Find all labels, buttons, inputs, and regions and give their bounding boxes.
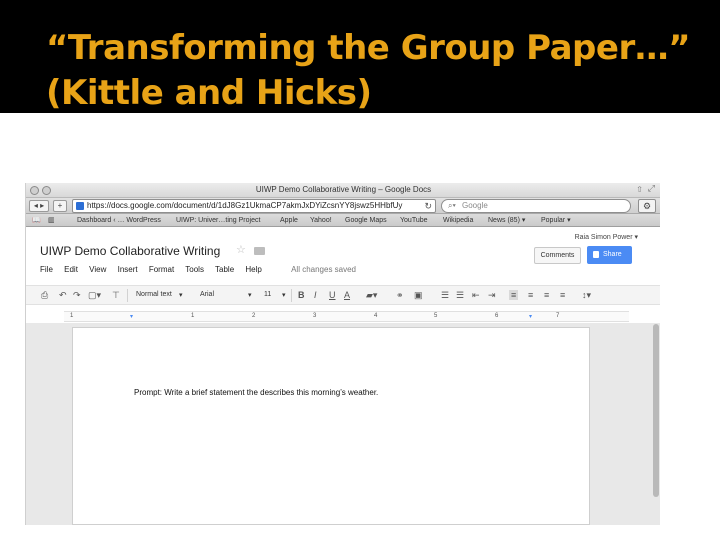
share-label: Share bbox=[603, 251, 622, 258]
ruler-number: 3 bbox=[313, 313, 317, 319]
url-text: https://docs.google.com/document/d/1dJ8G… bbox=[87, 201, 403, 210]
comments-button[interactable]: Comments bbox=[534, 247, 581, 264]
menu-edit[interactable]: Edit bbox=[64, 265, 78, 274]
upload-icon[interactable]: ⇧ bbox=[636, 185, 643, 194]
bookmark-item[interactable]: Yahoo! bbox=[310, 214, 332, 227]
menu-format[interactable]: Format bbox=[149, 265, 174, 274]
document-page[interactable]: Prompt: Write a brief statement the desc… bbox=[72, 327, 590, 525]
docs-menu-bar: File Edit View Insert Format Tools Table… bbox=[40, 265, 365, 277]
reading-list-icon[interactable]: 📖 bbox=[32, 214, 41, 227]
insert-link-icon[interactable]: ⚭ bbox=[396, 290, 404, 301]
ruler: 1 ▾ 1 2 3 4 5 6 ▾ 7 bbox=[64, 311, 629, 322]
ruler-number: 1 bbox=[70, 313, 74, 319]
justify-icon[interactable]: ≡ bbox=[560, 290, 565, 300]
star-icon[interactable]: ☆ bbox=[236, 243, 246, 256]
align-right-icon[interactable]: ≡ bbox=[544, 290, 549, 300]
font-size-select[interactable]: 11 bbox=[264, 291, 271, 298]
decrease-indent-icon[interactable]: ⇤ bbox=[472, 290, 480, 301]
menu-file[interactable]: File bbox=[40, 265, 53, 274]
italic-icon[interactable]: I bbox=[314, 290, 317, 300]
site-favicon-icon bbox=[76, 202, 84, 210]
bookmark-item[interactable]: Popular ▾ bbox=[541, 214, 571, 227]
right-indent-marker-icon[interactable]: ▾ bbox=[529, 313, 532, 320]
bookmark-item[interactable]: Wikipedia bbox=[443, 214, 473, 227]
indent-marker-icon[interactable]: ▾ bbox=[130, 313, 133, 320]
paint-format-icon[interactable]: ⊤ bbox=[112, 290, 120, 301]
font-chevron-down-icon[interactable]: ▾ bbox=[248, 291, 252, 299]
text-color-icon[interactable]: A bbox=[344, 290, 350, 300]
browser-toolbar: ◂ ▸ + https://docs.google.com/document/d… bbox=[26, 198, 660, 214]
settings-gear-icon[interactable]: ⚙ bbox=[638, 199, 656, 213]
address-bar[interactable]: https://docs.google.com/document/d/1dJ8G… bbox=[72, 199, 436, 213]
lock-icon bbox=[593, 251, 599, 258]
zoom-icon[interactable]: ▢▾ bbox=[88, 290, 101, 301]
share-button[interactable]: Share bbox=[587, 246, 632, 264]
window-titlebar: UIWP Demo Collaborative Writing – Google… bbox=[26, 183, 660, 198]
browser-screenshot: UIWP Demo Collaborative Writing – Google… bbox=[25, 183, 660, 525]
bold-icon[interactable]: B bbox=[298, 290, 305, 300]
line-spacing-icon[interactable]: ↕▾ bbox=[582, 290, 591, 301]
user-account-menu[interactable]: Raia Simon Power ▾ bbox=[575, 233, 638, 241]
bookmarks-bar: 📖 ▥ Dashboard ‹ … WordPress UIWP: Univer… bbox=[26, 214, 660, 227]
align-center-icon[interactable]: ≡ bbox=[528, 290, 533, 300]
numbered-list-icon[interactable]: ☰ bbox=[441, 290, 449, 301]
align-left-icon[interactable]: ≡ bbox=[509, 290, 519, 300]
window-title: UIWP Demo Collaborative Writing – Google… bbox=[255, 185, 432, 194]
ruler-number: 1 bbox=[191, 313, 195, 319]
search-placeholder: Google bbox=[462, 201, 488, 210]
new-tab-button[interactable]: + bbox=[53, 200, 67, 212]
document-title[interactable]: UIWP Demo Collaborative Writing bbox=[40, 244, 220, 258]
toolbar-divider bbox=[127, 289, 128, 302]
menu-table[interactable]: Table bbox=[215, 265, 234, 274]
bookmark-item[interactable]: UIWP: Univer…ting Project bbox=[176, 214, 260, 227]
reload-icon[interactable]: ↻ bbox=[424, 200, 432, 212]
size-chevron-down-icon[interactable]: ▾ bbox=[282, 291, 286, 299]
menu-help[interactable]: Help bbox=[245, 265, 261, 274]
document-body-text[interactable]: Prompt: Write a brief statement the desc… bbox=[134, 388, 378, 397]
slide-title-band: “Transforming the Group Paper…” (Kittle … bbox=[0, 0, 720, 113]
search-input[interactable]: ⌕▾ Google bbox=[441, 199, 631, 213]
font-select[interactable]: Arial bbox=[200, 291, 214, 298]
fullscreen-icon[interactable]: ⤢ bbox=[648, 183, 655, 194]
bulleted-list-icon[interactable]: ☰ bbox=[456, 290, 464, 301]
menu-view[interactable]: View bbox=[89, 265, 106, 274]
bookmark-item[interactable]: Dashboard ‹ … WordPress bbox=[77, 214, 161, 227]
style-chevron-down-icon[interactable]: ▾ bbox=[179, 291, 183, 299]
ruler-number: 5 bbox=[434, 313, 438, 319]
redo-icon[interactable]: ↷ bbox=[73, 290, 81, 301]
vertical-scrollbar[interactable] bbox=[653, 324, 659, 497]
ruler-number: 2 bbox=[252, 313, 256, 319]
increase-indent-icon[interactable]: ⇥ bbox=[488, 290, 496, 301]
slide-title: “Transforming the Group Paper…” (Kittle … bbox=[46, 28, 691, 113]
ruler-number: 6 bbox=[495, 313, 499, 319]
bookmark-item[interactable]: News (85) ▾ bbox=[488, 214, 525, 227]
print-icon[interactable]: ⎙ bbox=[41, 290, 48, 301]
toolbar-divider bbox=[291, 289, 292, 302]
highlight-color-icon[interactable]: ▰▾ bbox=[366, 290, 377, 301]
bookmark-item[interactable]: Google Maps bbox=[345, 214, 387, 227]
bookmarks-grid-icon[interactable]: ▥ bbox=[48, 214, 55, 227]
save-status: All changes saved bbox=[291, 265, 357, 274]
insert-image-icon[interactable]: ▣ bbox=[414, 290, 423, 301]
underline-icon[interactable]: U bbox=[329, 290, 336, 300]
bookmark-item[interactable]: YouTube bbox=[400, 214, 428, 227]
ruler-number: 7 bbox=[556, 313, 560, 319]
search-icon: ⌕▾ bbox=[448, 201, 456, 210]
menu-tools[interactable]: Tools bbox=[185, 265, 204, 274]
menu-insert[interactable]: Insert bbox=[118, 265, 138, 274]
back-forward-button[interactable]: ◂ ▸ bbox=[29, 200, 49, 212]
ruler-number: 4 bbox=[374, 313, 378, 319]
style-select[interactable]: Normal text bbox=[136, 291, 172, 298]
undo-icon[interactable]: ↶ bbox=[59, 290, 67, 301]
bookmark-item[interactable]: Apple bbox=[280, 214, 298, 227]
formatting-toolbar: ⎙ ↶ ↷ ▢▾ ⊤ Normal text ▾ Arial ▾ 11 ▾ B … bbox=[26, 285, 660, 305]
folder-icon[interactable] bbox=[254, 247, 265, 255]
